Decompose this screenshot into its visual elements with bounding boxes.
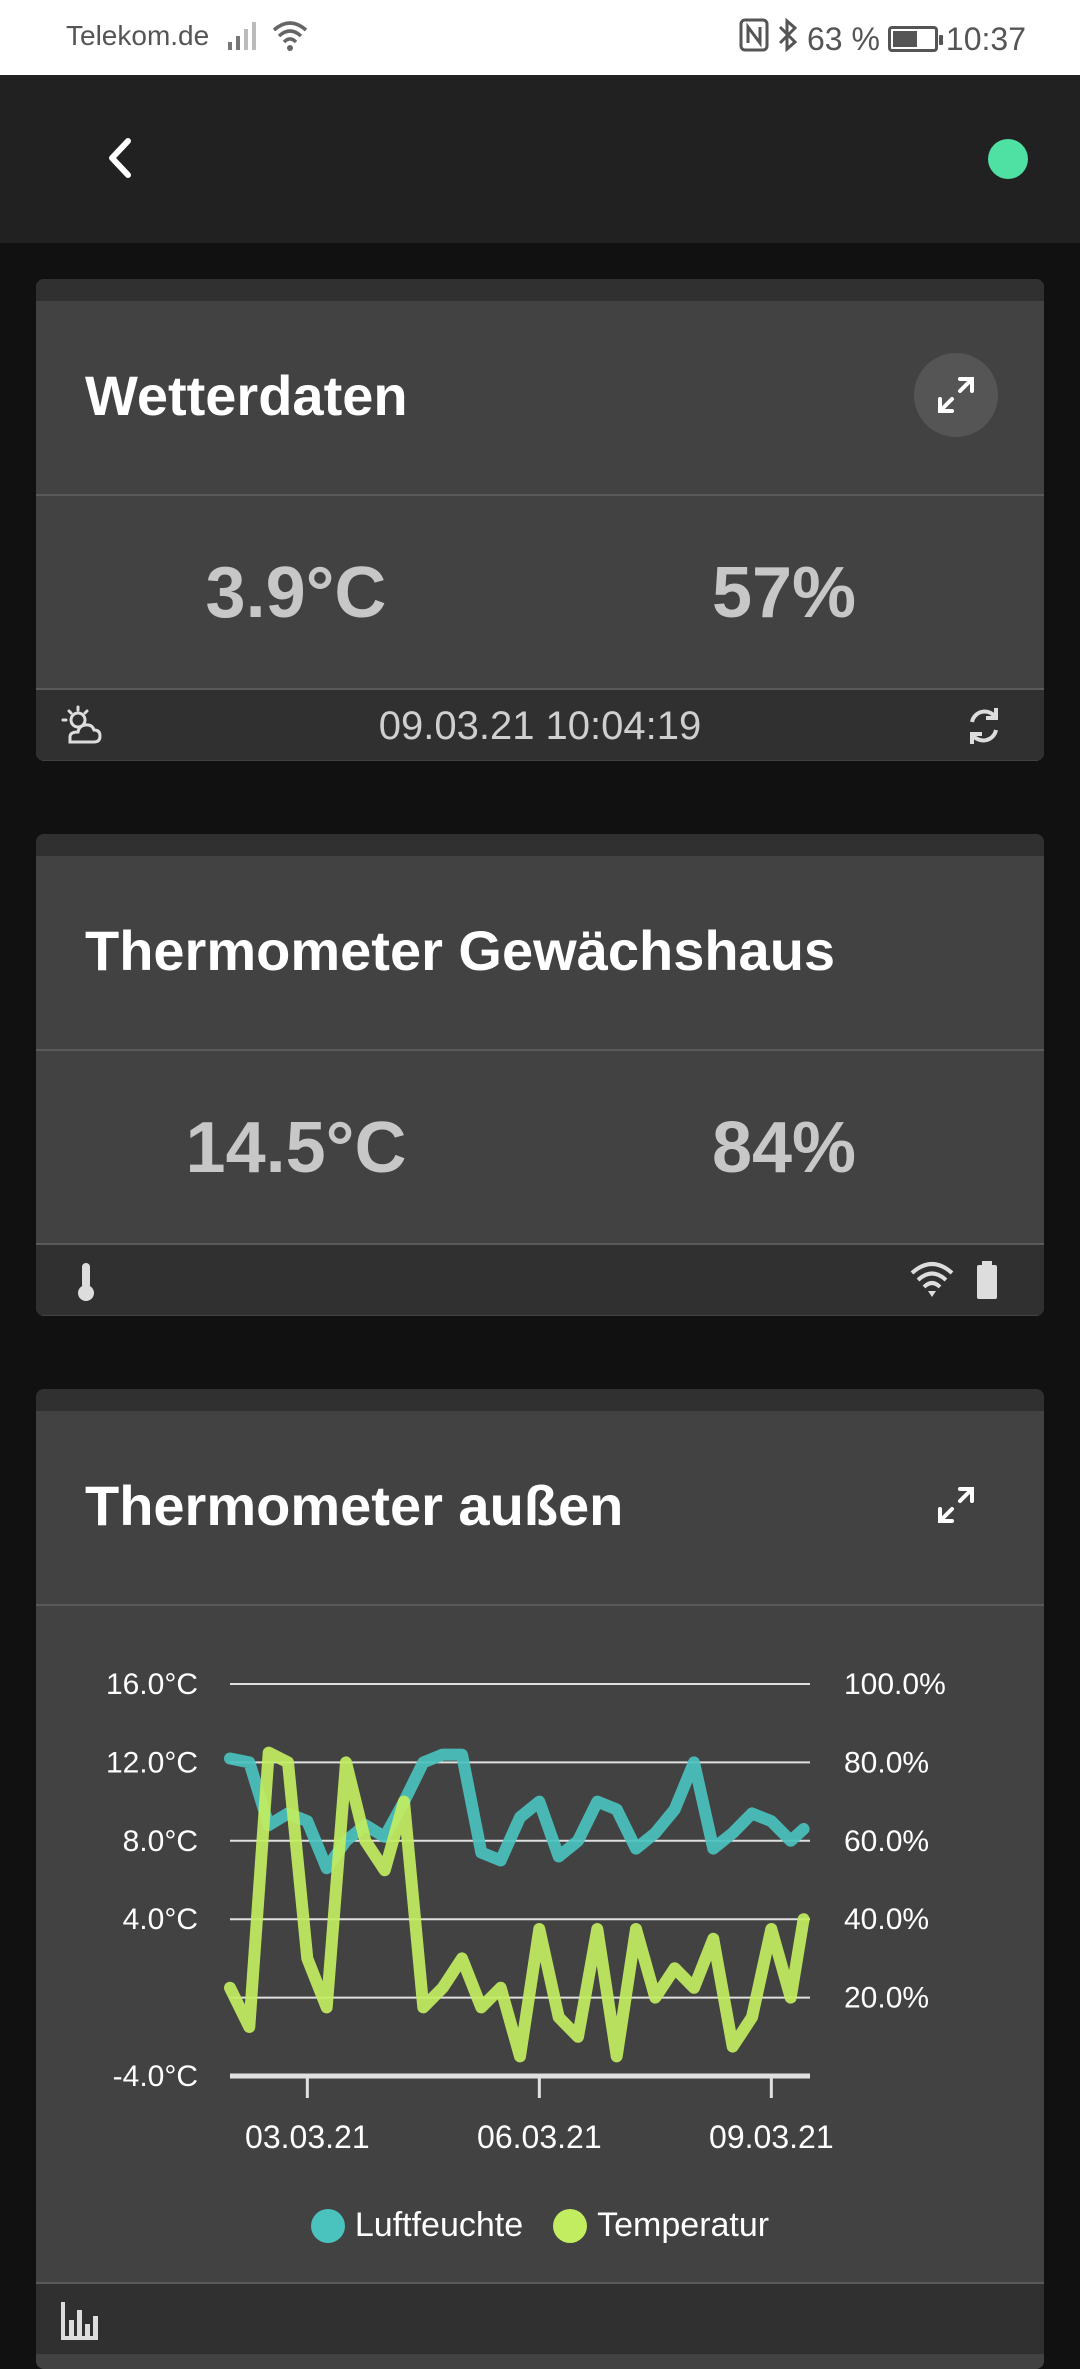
x-tick-label: 03.03.21 <box>245 2119 370 2155</box>
bluetooth-icon <box>777 17 799 60</box>
legend-swatch <box>310 2208 345 2243</box>
legend-item-luftfeuchte[interactable]: Luftfeuchte <box>310 2206 524 2245</box>
card-footer <box>36 2282 1044 2354</box>
back-button[interactable] <box>100 133 140 183</box>
card-header: Thermometer Gewächshaus <box>36 856 1044 1051</box>
signal-icon <box>226 18 262 59</box>
clock: 10:37 <box>945 20 1026 57</box>
carrier-label: Telekom.de <box>66 20 210 51</box>
humidity-value: 84% <box>711 1108 857 1188</box>
y-right-tick-label: 100.0% <box>844 1668 946 1701</box>
card-thermometer-aussen: Thermometer außen 16.0°C 12.0°C 8.0°C 4.0°C… <box>36 1389 1044 2369</box>
line-chart: 16.0°C 12.0°C 8.0°C 4.0°C -4.0°C 100.0% 80.0% 6… <box>36 1606 1044 2282</box>
last-update-time: 09.03.21 10:04:19 <box>378 704 702 748</box>
card-title: Thermometer Gewächshaus <box>85 919 836 982</box>
temperature-value: 3.9°C <box>205 553 387 633</box>
card-footer <box>36 1245 1044 1315</box>
temperature-value: 14.5°C <box>185 1108 407 1188</box>
app-bar <box>0 75 1080 243</box>
card-title: Thermometer außen <box>85 1474 624 1537</box>
card-wetterdaten: Wetterdaten 3.9°C 57% 09.03.21 10:04:19 <box>36 279 1044 761</box>
y-left-tick-label: 8.0°C <box>123 1825 198 1858</box>
bar-chart-icon[interactable] <box>60 2300 100 2345</box>
expand-button[interactable] <box>914 1463 998 1547</box>
card-header: Thermometer außen <box>36 1411 1044 1606</box>
y-left-tick-label: 12.0°C <box>106 1746 198 1779</box>
card-title: Wetterdaten <box>85 364 408 427</box>
card-thermometer-gewaechshaus: Thermometer Gewächshaus 14.5°C 84% <box>36 834 1044 1316</box>
x-tick-label: 06.03.21 <box>477 2119 602 2155</box>
y-right-tick-label: 60.0% <box>844 1825 929 1858</box>
wifi-status-icon <box>270 16 310 61</box>
y-right-tick-label: 20.0% <box>844 1982 929 2015</box>
card-values: 3.9°C 57% <box>36 496 1044 690</box>
battery-status-icon <box>887 26 943 52</box>
legend-label: Luftfeuchte <box>354 2206 524 2244</box>
series-line-temperatur <box>224 1746 810 2063</box>
card-footer: 09.03.21 10:04:19 <box>36 690 1044 760</box>
y-right-tick-label: 80.0% <box>844 1746 929 1779</box>
legend-swatch <box>553 2208 588 2243</box>
connection-status-indicator <box>988 139 1028 179</box>
y-left-tick-label: 16.0°C <box>106 1668 198 1701</box>
card-values: 14.5°C 84% <box>36 1051 1044 1245</box>
legend-item-temperatur[interactable]: Temperatur <box>553 2206 769 2245</box>
y-left-tick-label: -4.0°C <box>113 2060 198 2093</box>
chart-canvas: 16.0°C 12.0°C 8.0°C 4.0°C -4.0°C 100.0% 80.0% 6… <box>106 1668 946 2155</box>
expand-icon <box>938 1487 974 1523</box>
y-right-tick-label: 40.0% <box>844 1903 929 1936</box>
card-header: Wetterdaten <box>36 301 1044 496</box>
series-line-luftfeuchte <box>224 1748 810 1875</box>
nfc-icon <box>739 18 769 60</box>
status-bar: Telekom.de 63 % 10:37 <box>0 0 1080 75</box>
legend-label: Temperatur <box>597 2206 770 2244</box>
chart-legend: Luftfeuchte Temperatur <box>36 2206 1044 2245</box>
thermometer-icon <box>74 1259 98 1308</box>
expand-icon <box>938 377 974 413</box>
wifi-icon <box>910 1259 954 1304</box>
refresh-icon[interactable] <box>964 704 1004 753</box>
x-tick-label: 09.03.21 <box>709 2119 834 2155</box>
battery-icon <box>974 1259 1000 1308</box>
y-left-tick-label: 4.0°C <box>123 1903 198 1936</box>
chevron-left-icon <box>109 138 131 178</box>
humidity-value: 57% <box>711 553 857 633</box>
expand-button[interactable] <box>914 353 998 437</box>
battery-percent: 63 % <box>806 20 880 57</box>
